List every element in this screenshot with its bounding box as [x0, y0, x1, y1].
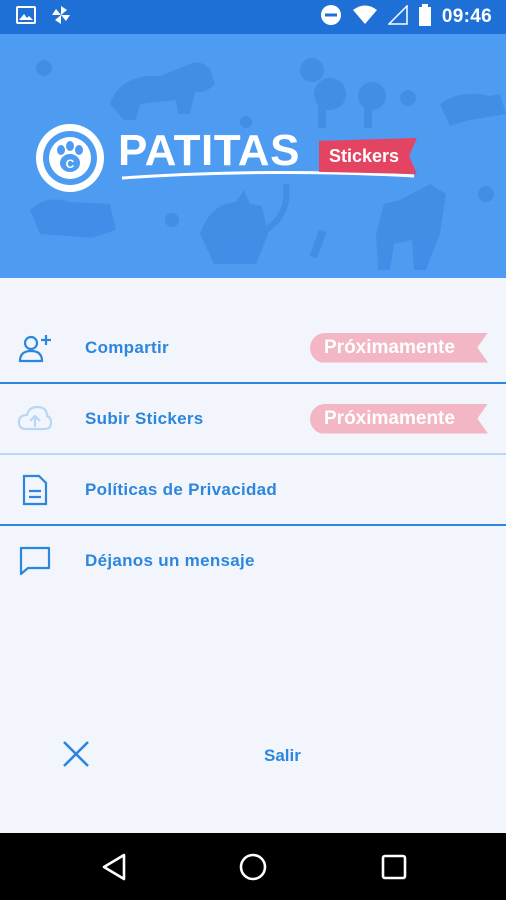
wifi-icon [352, 5, 378, 29]
exit-row[interactable]: Salir [0, 730, 506, 782]
back-icon[interactable] [96, 849, 132, 885]
cloud-upload-icon [16, 400, 54, 438]
menu-item-leave-message[interactable]: Déjanos un mensaje [0, 526, 506, 595]
menu-item-label: Compartir [85, 337, 169, 357]
menu-item-privacy-policy[interactable]: Políticas de Privacidad [0, 455, 506, 524]
clock: 09:46 [441, 6, 492, 27]
add-person-icon [16, 329, 54, 367]
status-bar: 09:46 [0, 0, 506, 34]
logo-paw-badge-icon: C [36, 124, 104, 192]
do-not-disturb-icon [320, 4, 342, 30]
coming-soon-badge: Próximamente [310, 403, 488, 434]
stickers-ribbon: Stickers [319, 138, 417, 174]
menu-item-upload-stickers[interactable]: Subir Stickers Próximamente [0, 384, 506, 453]
recents-icon[interactable] [376, 849, 412, 885]
coming-soon-badge: Próximamente [310, 332, 488, 363]
menu-item-share[interactable]: Compartir Próximamente [0, 313, 506, 382]
signal-icon [387, 4, 408, 29]
battery-icon [418, 4, 432, 30]
exit-button[interactable]: Salir [264, 746, 301, 766]
svg-text:C: C [66, 157, 75, 171]
document-icon [16, 471, 54, 509]
home-icon[interactable] [235, 849, 271, 885]
drawer-menu: Compartir Próximamente Subir Stickers Pr… [0, 278, 506, 595]
menu-item-label: Déjanos un mensaje [85, 550, 255, 570]
menu-item-label: Subir Stickers [85, 408, 204, 428]
header-banner: C PATITAS Stickers [0, 34, 506, 278]
message-icon [16, 542, 54, 580]
close-icon[interactable] [60, 738, 92, 774]
navigation-bar [0, 833, 506, 900]
menu-item-label: Políticas de Privacidad [85, 479, 278, 499]
image-icon [16, 6, 36, 28]
pinwheel-icon [50, 4, 72, 30]
